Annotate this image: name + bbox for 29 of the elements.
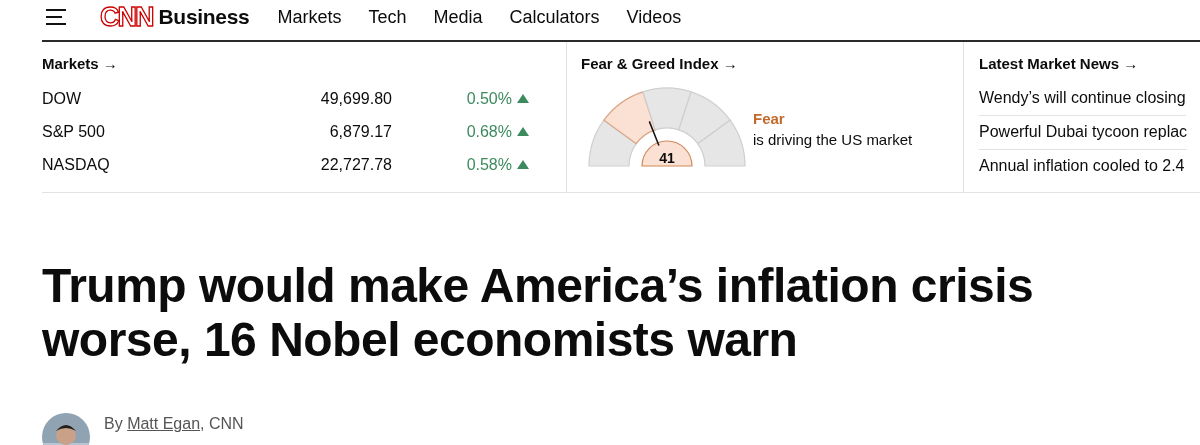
index-change: 0.50% [465,89,512,108]
nav-link[interactable]: Calculators [509,6,600,28]
index-name: S&P 500 [42,122,106,141]
section-title[interactable]: Business [158,5,250,29]
news-link[interactable]: Annual inflation cooled to 2.4 [979,150,1185,183]
mood-caption: is driving the US market [753,131,913,148]
index-name: NASDAQ [42,155,111,174]
news-heading[interactable]: Latest Market News → [979,55,1139,72]
author-link[interactable]: Matt Egan [127,415,201,432]
gauge-reading: 41 [658,150,676,166]
index-name: DOW [42,89,83,108]
index-change: 0.58% [465,155,512,174]
nav-link[interactable]: Videos [626,6,682,28]
index-value: 49,699.80 [319,89,392,108]
markets-heading[interactable]: Markets → [42,55,118,72]
nav-link[interactable]: Media [433,6,483,28]
index-value: 22,727.78 [319,155,392,174]
byline: By Matt Egan, CNN [104,415,244,433]
nav-link[interactable]: Markets [277,6,342,28]
menu-icon[interactable] [44,8,68,26]
fear-greed-heading[interactable]: Fear & Greed Index → [581,55,738,72]
news-link[interactable]: Wendy’s will continue closing [979,82,1186,116]
logo[interactable]: CNN [100,1,153,33]
headline: Trump would make America’s inflation crisis worse, 16 Nobel economists warn [42,259,1035,367]
index-value: 6,879.17 [328,122,392,141]
mood-label: Fear [753,110,786,127]
nav-link[interactable]: Tech [368,6,407,28]
index-change: 0.68% [465,122,512,141]
news-link[interactable]: Powerful Dubai tycoon replac [979,116,1188,150]
